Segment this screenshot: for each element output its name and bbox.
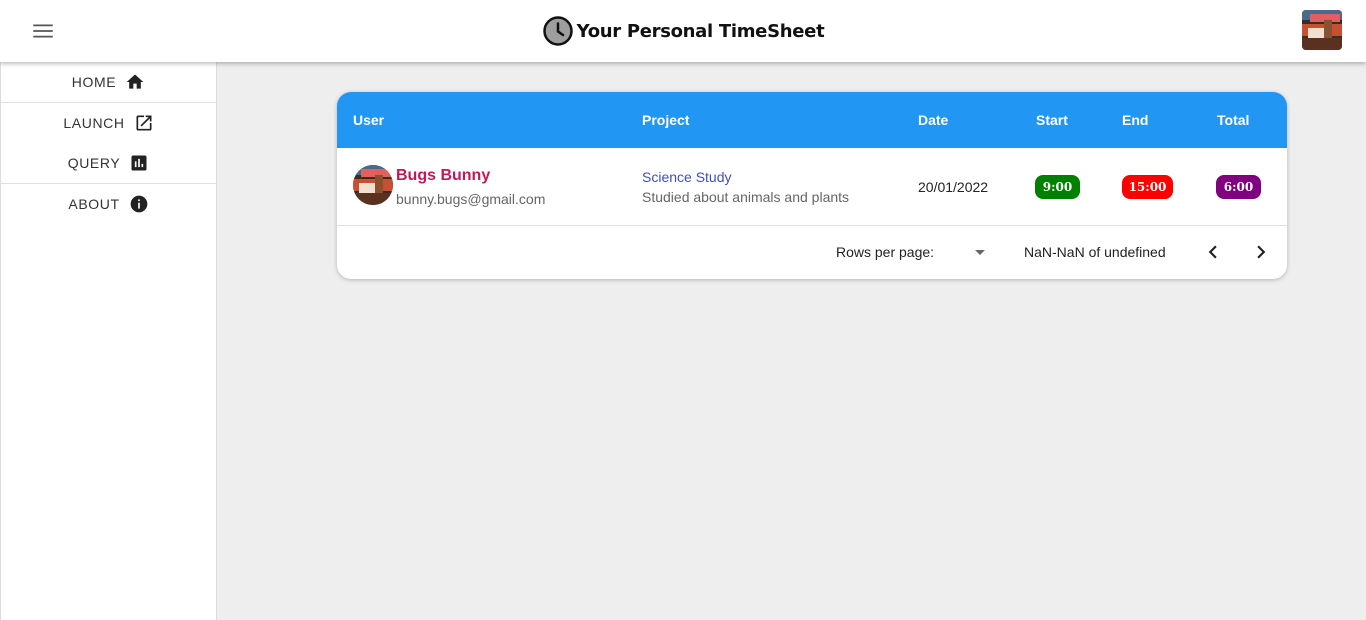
clock-icon — [542, 16, 573, 46]
profile-avatar[interactable] — [1302, 10, 1342, 50]
table-header: User Project Date Start End Total — [337, 92, 1287, 148]
launch-icon — [136, 115, 152, 131]
app-title: Your Personal TimeSheet — [576, 20, 825, 42]
sidebar-item-label: QUERY — [67, 155, 121, 171]
table-pagination: Rows per page: NaN-NaN of undefined — [337, 226, 1287, 279]
sidebar-item-label: HOME — [71, 74, 117, 90]
sidebar-item-home[interactable]: HOME — [1, 62, 216, 102]
app-bar: Your Personal TimeSheet — [0, 0, 1366, 62]
start-time-badge: 9:00 — [1035, 175, 1080, 199]
home-icon — [126, 74, 144, 89]
end-time-badge: 15:00 — [1122, 175, 1173, 199]
pagination-range: NaN-NaN of undefined — [1024, 244, 1166, 260]
chart-icon — [131, 155, 147, 171]
sidebar-item-query[interactable]: QUERY — [1, 143, 216, 183]
project-description: Studied about animals and plants — [642, 189, 850, 205]
user-email: bunny.bugs@gmail.com — [396, 191, 546, 207]
sidebar-item-about[interactable]: ABOUT — [1, 184, 216, 224]
column-header-total: Total — [1217, 112, 1250, 128]
column-header-project: Project — [642, 112, 690, 128]
timesheet-table: User Project Date Start End Total Bugs B… — [337, 92, 1287, 279]
rows-per-page-select[interactable] — [967, 242, 993, 262]
dropdown-arrow-icon — [975, 250, 985, 255]
entry-date: 20/01/2022 — [918, 179, 989, 195]
chevron-left-icon — [1208, 245, 1217, 259]
previous-page-button[interactable] — [1200, 239, 1226, 265]
user-avatar — [353, 165, 393, 205]
column-header-user: User — [353, 112, 385, 128]
sidebar-item-launch[interactable]: LAUNCH — [1, 103, 216, 143]
project-name: Science Study — [642, 169, 732, 185]
app-title-group: Your Personal TimeSheet — [0, 14, 1366, 48]
next-page-button[interactable] — [1248, 239, 1274, 265]
chevron-right-icon — [1257, 245, 1266, 259]
user-name: Bugs Bunny — [396, 167, 491, 184]
table-row[interactable]: Bugs Bunny bunny.bugs@gmail.com Science … — [337, 148, 1287, 226]
sidebar: HOME LAUNCH QUERY ABOUT — [0, 62, 217, 620]
column-header-end: End — [1122, 112, 1149, 128]
sidebar-item-label: ABOUT — [68, 196, 120, 212]
sidebar-item-label: LAUNCH — [63, 115, 125, 131]
column-header-start: Start — [1036, 112, 1068, 128]
info-icon — [130, 195, 147, 213]
total-time-badge: 6:00 — [1216, 175, 1261, 199]
rows-per-page-label: Rows per page: — [836, 244, 935, 260]
column-header-date: Date — [918, 112, 949, 128]
